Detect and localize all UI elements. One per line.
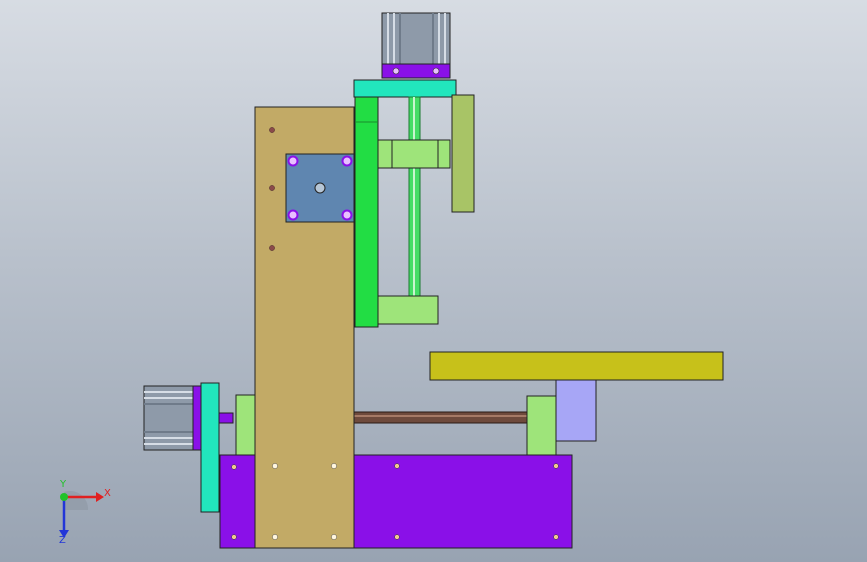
x-stepper-motor[interactable] — [143, 385, 202, 451]
y-axis-label: Y — [60, 479, 67, 490]
table-nut-block[interactable] — [555, 379, 597, 442]
z-axis-guide-plate[interactable] — [451, 94, 475, 213]
cad-viewport[interactable]: X Y Z — [0, 0, 867, 562]
shaft-coupler[interactable] — [218, 412, 234, 424]
z-axis-carriage-plate[interactable] — [354, 96, 379, 328]
y-stepper-motor-face[interactable] — [285, 153, 355, 223]
coordinate-triad: X Y Z — [40, 480, 120, 550]
x-motor-mount[interactable] — [200, 382, 220, 513]
cnc-assembly-drawing[interactable] — [0, 0, 867, 562]
z-carriage-nut-block[interactable] — [377, 139, 451, 169]
x-axis-label: X — [104, 488, 111, 499]
top-motor-mount[interactable] — [353, 79, 457, 98]
y-axis-marker — [60, 493, 68, 501]
x-axis-bearing-support-left[interactable] — [235, 394, 257, 456]
top-stepper-motor[interactable] — [381, 12, 451, 79]
x-axis-lead-screw[interactable] — [353, 411, 530, 424]
x-axis-bearing-support-right[interactable] — [526, 395, 557, 457]
triad-plane — [64, 490, 89, 510]
z-axis-label: Z — [59, 535, 66, 546]
z-lower-bearing-block[interactable] — [377, 295, 439, 325]
work-table[interactable] — [429, 351, 724, 381]
